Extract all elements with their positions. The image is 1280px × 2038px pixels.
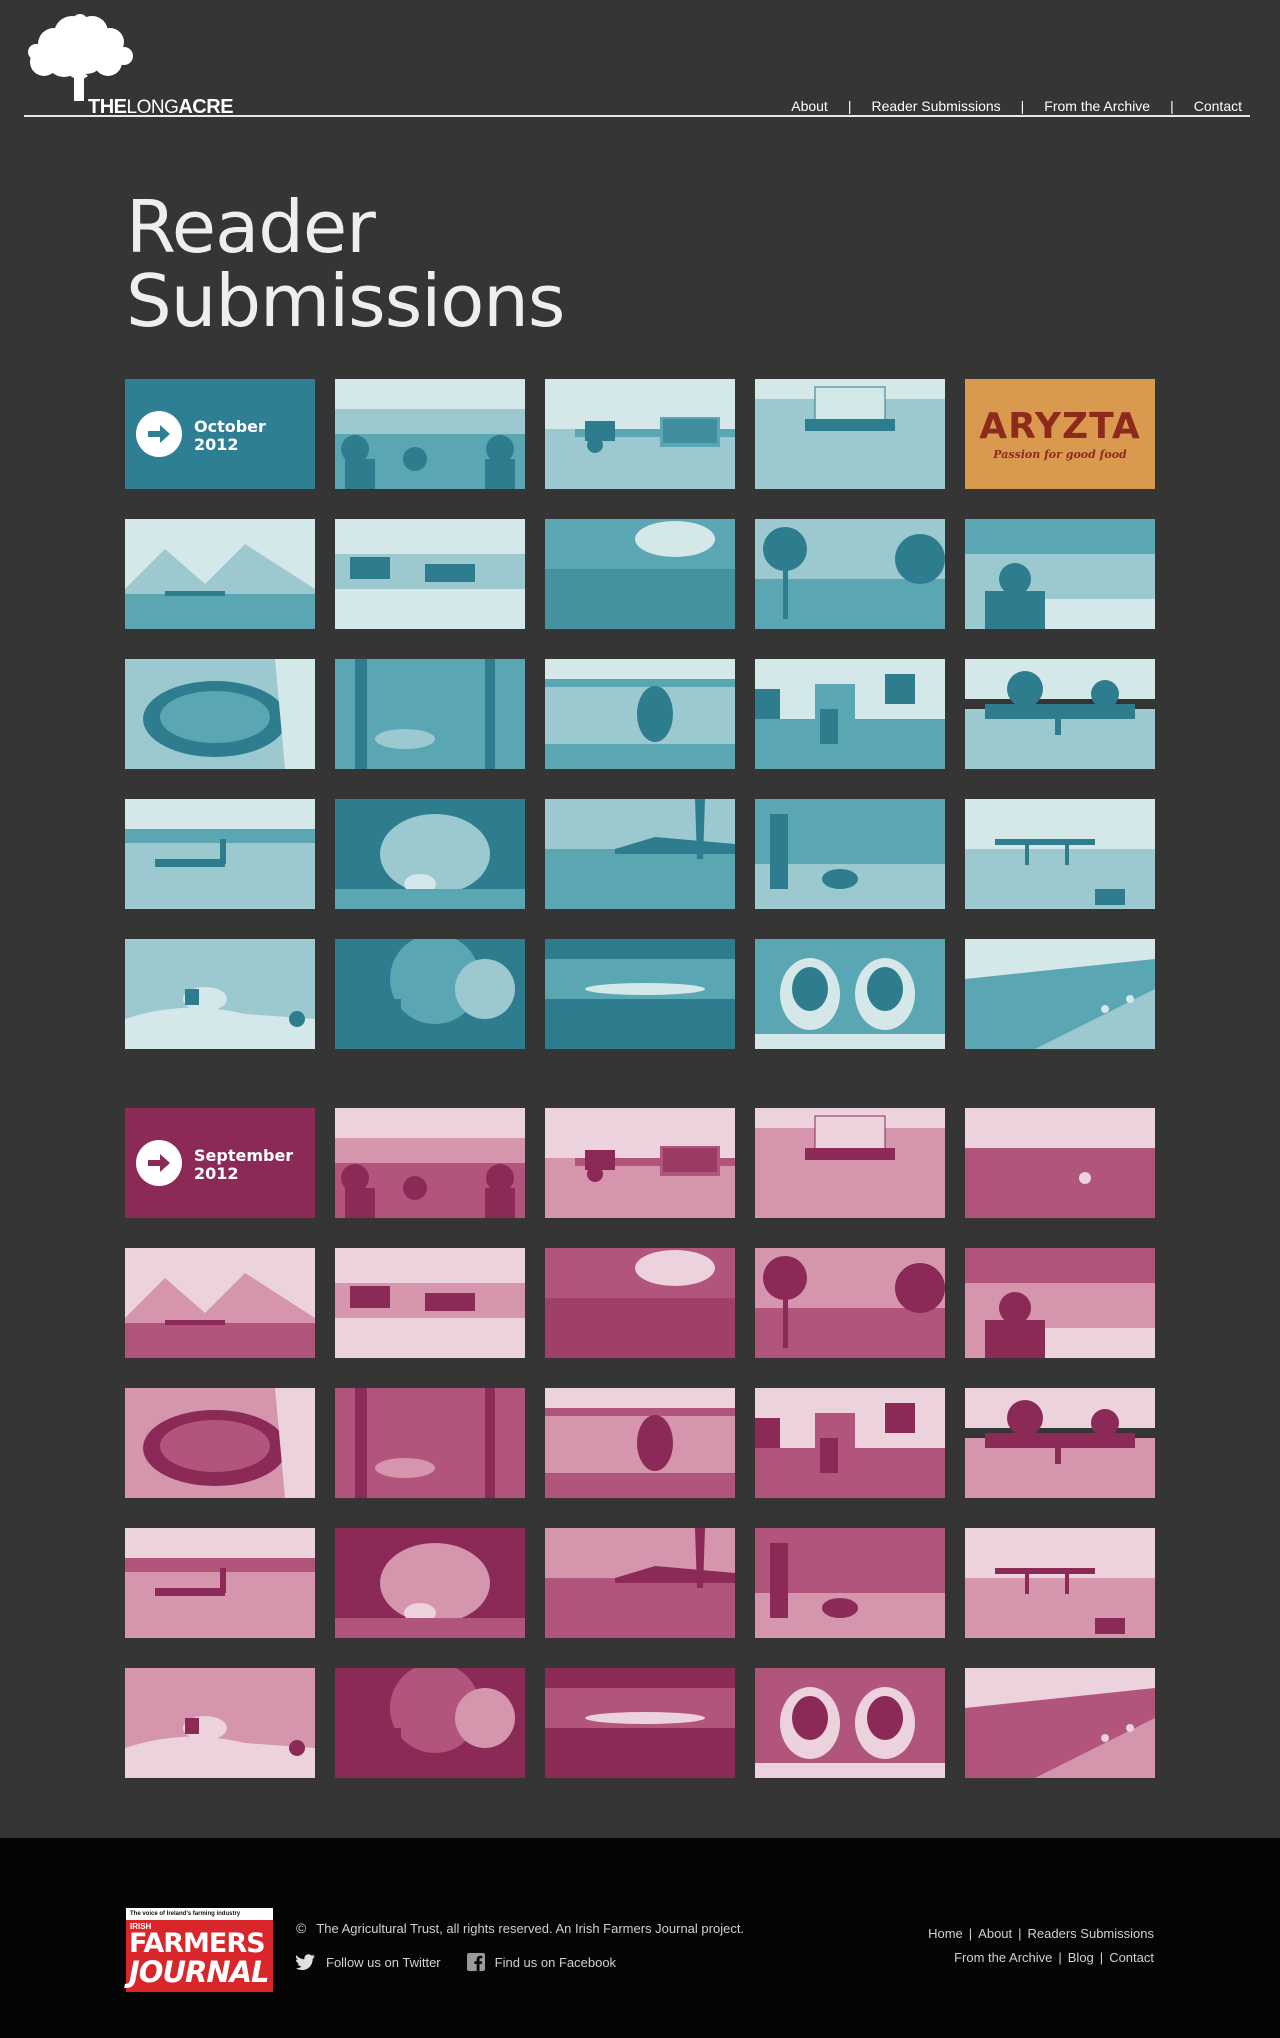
photo-thumbnail-september-mountains[interactable] <box>125 1248 315 1358</box>
sponsor-tagline: Passion for good food <box>993 447 1127 461</box>
photo-thumbnail-september-forest-dog[interactable] <box>335 1388 525 1498</box>
photo-thumbnail-september-tractor[interactable] <box>545 1108 735 1218</box>
photo-thumbnail-september-misty-field[interactable] <box>545 1248 735 1358</box>
photo-thumbnail-october-misty-field[interactable] <box>545 519 735 629</box>
photo-thumbnail-september-heather[interactable] <box>965 1108 1155 1218</box>
photo-thumbnail-october-dogs-man[interactable] <box>755 799 945 909</box>
photo-thumbnail-september-hunt[interactable] <box>125 1528 315 1638</box>
month-year: 2012 <box>194 435 239 454</box>
nav-contact[interactable]: Contact <box>1194 98 1242 114</box>
photo-thumbnail-october-pier[interactable] <box>965 799 1155 909</box>
photo-thumbnail-october-autumn-tree[interactable] <box>335 939 525 1049</box>
photo-thumbnail-september-coast[interactable] <box>965 1668 1155 1778</box>
photo-thumbnail-october-mountains[interactable] <box>125 519 315 629</box>
site-logo[interactable]: THELONGACRE <box>24 14 244 118</box>
footer-link-about[interactable]: About <box>978 1926 1012 1941</box>
farmers-journal-logo[interactable]: The voice of Ireland's farming industry … <box>126 1908 273 1992</box>
photo-thumbnail-september-pig[interactable] <box>335 1528 525 1638</box>
photo-thumbnail-october-lambs[interactable] <box>755 939 945 1049</box>
month-name: October <box>194 417 266 436</box>
photo-thumbnail-october-harvester[interactable] <box>755 379 945 489</box>
photo-thumbnail-september-lambs[interactable] <box>755 1668 945 1778</box>
facebook-icon <box>466 1953 485 1971</box>
photo-thumbnail-october-tractor-field[interactable] <box>965 659 1155 769</box>
photo-thumbnail-october-cows-child[interactable] <box>755 659 945 769</box>
photo-thumbnail-october-dog-grass[interactable] <box>545 659 735 769</box>
photo-thumbnail-september-lake[interactable] <box>545 1528 735 1638</box>
nav-about[interactable]: About <box>791 98 828 114</box>
facebook-link[interactable]: Find us on Facebook <box>466 1953 616 1971</box>
october-gallery: October 2012 ARYZTA Passion for good food <box>125 379 1155 1049</box>
footer-link-contact[interactable]: Contact <box>1109 1950 1154 1965</box>
twitter-icon <box>296 1954 316 1970</box>
page-title: Reader Submissions <box>126 185 565 343</box>
footer-link-blog[interactable]: Blog <box>1068 1950 1094 1965</box>
sponsor-aryzta-tile[interactable]: ARYZTA Passion for good food <box>965 379 1155 489</box>
photo-thumbnail-september-eye[interactable] <box>125 1388 315 1498</box>
arrow-right-icon <box>136 411 182 457</box>
photo-thumbnail-september-cows-child[interactable] <box>755 1388 945 1498</box>
month-tile-september[interactable]: September 2012 <box>125 1108 315 1218</box>
footer-link-readers-submissions[interactable]: Readers Submissions <box>1028 1926 1154 1941</box>
main-nav: About | Reader Submissions | From the Ar… <box>791 98 1242 114</box>
photo-thumbnail-october-sunset[interactable] <box>545 939 735 1049</box>
twitter-link[interactable]: Follow us on Twitter <box>296 1954 441 1970</box>
september-gallery: September 2012 <box>125 1108 1155 1778</box>
photo-thumbnail-october-hunt[interactable] <box>125 799 315 909</box>
footer-nav: Home | About | Readers Submissions From the … <box>928 1926 1154 1965</box>
photo-thumbnail-september-field-people[interactable] <box>335 1108 525 1218</box>
photo-thumbnail-october-man-cafe[interactable] <box>965 519 1155 629</box>
photo-thumbnail-october-trees-sea[interactable] <box>755 519 945 629</box>
photo-thumbnail-september-autumn-tree[interactable] <box>335 1668 525 1778</box>
copyright-icon: © <box>296 1920 307 1936</box>
photo-thumbnail-september-dog-grass[interactable] <box>545 1388 735 1498</box>
tree-icon <box>28 14 133 101</box>
photo-thumbnail-september-man-cafe[interactable] <box>965 1248 1155 1358</box>
photo-thumbnail-october-lake[interactable] <box>545 799 735 909</box>
photo-thumbnail-october-forest-dog[interactable] <box>335 659 525 769</box>
photo-thumbnail-october-tractor[interactable] <box>545 379 735 489</box>
photo-thumbnail-october-sheep-rock[interactable] <box>125 939 315 1049</box>
photo-thumbnail-october-eye[interactable] <box>125 659 315 769</box>
footer-link-home[interactable]: Home <box>928 1926 963 1941</box>
nav-separator: | <box>1020 98 1025 114</box>
nav-from-the-archive[interactable]: From the Archive <box>1044 98 1150 114</box>
month-tile-october[interactable]: October 2012 <box>125 379 315 489</box>
site-header: THELONGACRE About | Reader Submissions |… <box>0 0 1280 120</box>
sponsor-brand: ARYZTA <box>979 405 1141 447</box>
photo-thumbnail-october-machinery[interactable] <box>335 519 525 629</box>
footer-link-archive[interactable]: From the Archive <box>954 1950 1052 1965</box>
photo-thumbnail-october-coast[interactable] <box>965 939 1155 1049</box>
photo-thumbnail-september-sheep-rock[interactable] <box>125 1668 315 1778</box>
photo-thumbnail-september-dogs-man[interactable] <box>755 1528 945 1638</box>
photo-thumbnail-september-trees-sea[interactable] <box>755 1248 945 1358</box>
copyright-notice: © The Agricultural Trust, all rights res… <box>296 1920 745 1936</box>
header-divider <box>24 115 1250 117</box>
photo-thumbnail-october-pig[interactable] <box>335 799 525 909</box>
nav-separator: | <box>847 98 852 114</box>
photo-thumbnail-september-harvester[interactable] <box>755 1108 945 1218</box>
arrow-right-icon <box>136 1140 182 1186</box>
nav-separator: | <box>1170 98 1174 114</box>
photo-thumbnail-october-field-people[interactable] <box>335 379 525 489</box>
photo-thumbnail-september-sunset[interactable] <box>545 1668 735 1778</box>
social-links: Follow us on Twitter Find us on Facebook <box>296 1953 616 1971</box>
photo-thumbnail-september-machinery[interactable] <box>335 1248 525 1358</box>
month-name: September <box>194 1146 294 1165</box>
photo-thumbnail-september-tractor-field[interactable] <box>965 1388 1155 1498</box>
month-year: 2012 <box>194 1164 239 1183</box>
photo-thumbnail-september-pier[interactable] <box>965 1528 1155 1638</box>
nav-reader-submissions[interactable]: Reader Submissions <box>871 98 1000 114</box>
